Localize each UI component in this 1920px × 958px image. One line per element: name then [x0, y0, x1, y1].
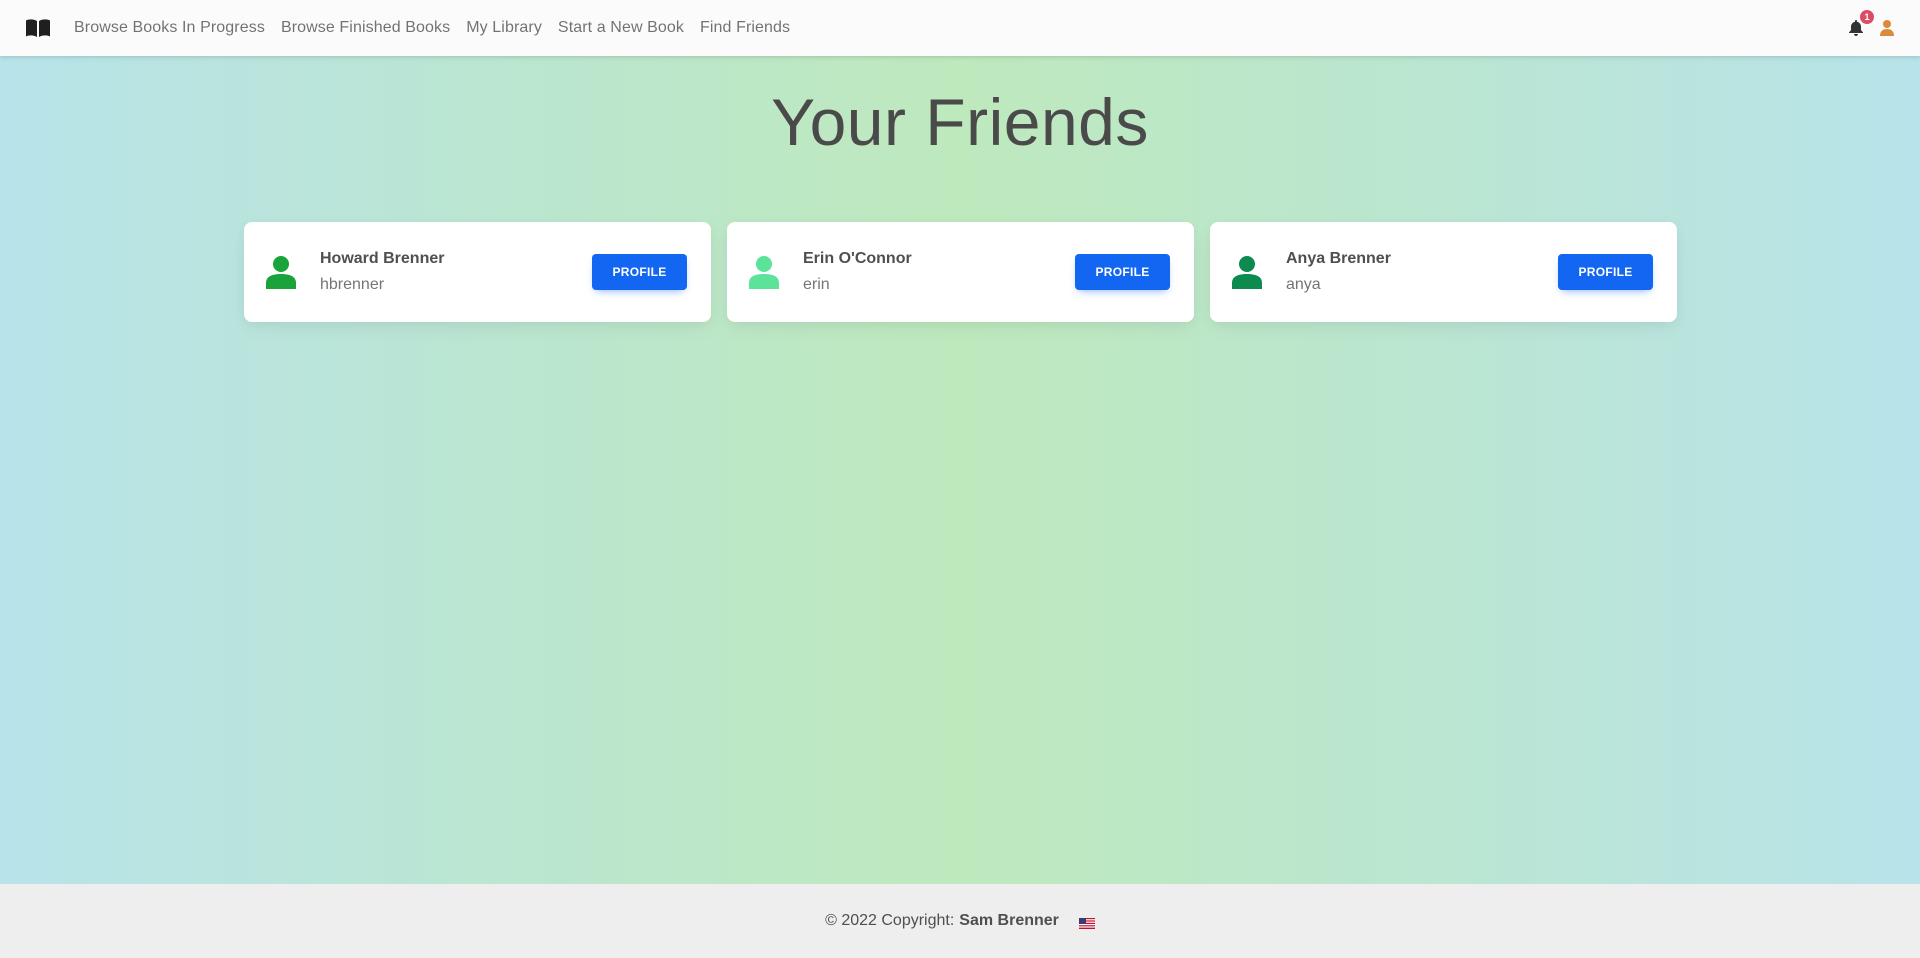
user-icon	[749, 256, 779, 289]
user-menu-button[interactable]	[1878, 18, 1896, 38]
author-link[interactable]: Sam Brenner	[959, 912, 1059, 930]
friend-username: erin	[803, 276, 830, 293]
nav-link-start-new-book[interactable]: Start a New Book	[558, 19, 684, 37]
profile-button[interactable]: PROFILE	[592, 254, 687, 290]
bell-icon	[1849, 20, 1863, 36]
avatar	[1232, 255, 1262, 289]
avatar	[749, 255, 779, 289]
nav-link-my-library[interactable]: My Library	[466, 19, 542, 37]
avatar	[266, 255, 296, 289]
user-icon	[1880, 20, 1894, 36]
nav-link-browse-in-progress[interactable]: Browse Books In Progress	[74, 19, 265, 37]
book-open-icon	[26, 19, 50, 37]
main-content: Your Friends Howard Brenner hbrenner PRO…	[0, 56, 1920, 884]
friends-list: Howard Brenner hbrenner PROFILE Erin O'C…	[244, 222, 1678, 322]
friend-username: hbrenner	[320, 276, 385, 293]
profile-button[interactable]: PROFILE	[1558, 254, 1653, 290]
notifications-button[interactable]: 1	[1846, 10, 1874, 38]
friend-card: Erin O'Connor erin PROFILE	[727, 222, 1194, 322]
user-icon	[266, 256, 296, 289]
friend-name: Anya Brenner	[1286, 250, 1391, 267]
friend-info: Howard Brenner hbrenner	[320, 250, 592, 294]
nav-link-find-friends[interactable]: Find Friends	[700, 19, 790, 37]
nav-right: 1	[1846, 10, 1896, 38]
friend-card: Anya Brenner anya PROFILE	[1210, 222, 1677, 322]
nav-links: Browse Books In Progress Browse Finished…	[74, 19, 806, 37]
nav-link-browse-finished[interactable]: Browse Finished Books	[281, 19, 450, 37]
copyright-text: © 2022 Copyright:	[825, 912, 955, 929]
friend-username: anya	[1286, 276, 1321, 293]
us-flag-icon[interactable]	[1078, 916, 1095, 929]
friend-card: Howard Brenner hbrenner PROFILE	[244, 222, 711, 322]
friend-info: Anya Brenner anya	[1286, 250, 1558, 294]
navbar: Browse Books In Progress Browse Finished…	[0, 0, 1920, 56]
notification-count-badge: 1	[1860, 10, 1874, 24]
footer: © 2022 Copyright: Sam Brenner	[0, 884, 1920, 958]
friend-name: Erin O'Connor	[803, 250, 912, 267]
page-title: Your Friends	[771, 85, 1149, 159]
brand-logo[interactable]	[26, 17, 52, 39]
user-icon	[1232, 256, 1262, 289]
friend-info: Erin O'Connor erin	[803, 250, 1075, 294]
profile-button[interactable]: PROFILE	[1075, 254, 1170, 290]
friend-name: Howard Brenner	[320, 250, 445, 267]
